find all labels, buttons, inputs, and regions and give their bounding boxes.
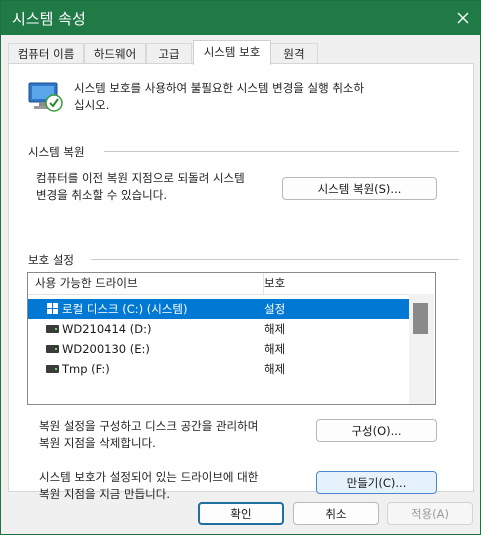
dialog-client: 컴퓨터 이름 하드웨어 고급 시스템 보호 원격 시스템 보호를 사용하여 불필… <box>1 35 480 534</box>
drive-name: 로컬 디스크 (C:) (시스템) <box>62 302 188 316</box>
system-restore-desc-2: 변경을 취소할 수 있습니다. <box>36 188 168 202</box>
drive-protection-status: 해제 <box>264 362 286 376</box>
scrollbar-thumb[interactable] <box>413 303 428 334</box>
system-restore-desc-1: 컴퓨터를 이전 복원 지점으로 되돌려 시스템 <box>36 171 245 185</box>
drive-protection-status: 해제 <box>264 342 286 356</box>
protection-settings-heading: 보호 설정 <box>28 253 74 267</box>
drive-name: WD200130 (E:) <box>62 342 150 356</box>
column-header-drive[interactable]: 사용 가능한 드라이브 <box>28 273 264 295</box>
title-bar[interactable]: 시스템 속성 <box>1 1 480 35</box>
drive-list-scrollbar[interactable] <box>409 294 434 404</box>
drive-icon <box>46 345 59 353</box>
drive-list[interactable]: 사용 가능한 드라이브 보호 로컬 디스크 (C:) (시스템) 설정 WD21… <box>27 272 436 405</box>
drive-protection-status: 해제 <box>264 322 286 336</box>
tab-hardware[interactable]: 하드웨어 <box>84 43 146 64</box>
create-button[interactable]: 만들기(C)... <box>316 471 437 494</box>
column-header-protection[interactable]: 보호 <box>264 273 409 295</box>
drive-row-f[interactable]: Tmp (F:) 해제 <box>28 359 409 379</box>
drive-name: WD210414 (D:) <box>62 322 152 336</box>
tab-computer-name[interactable]: 컴퓨터 이름 <box>8 43 84 64</box>
system-restore-heading: 시스템 복원 <box>28 145 85 159</box>
drive-row-c[interactable]: 로컬 디스크 (C:) (시스템) 설정 <box>28 299 409 319</box>
configure-button[interactable]: 구성(O)... <box>316 419 437 442</box>
tab-remote[interactable]: 원격 <box>270 43 318 64</box>
intro-line-1: 시스템 보호를 사용하여 불필요한 시스템 변경을 실행 취소하 <box>74 81 365 95</box>
configure-desc-2: 복원 지점을 삭제합니다. <box>39 436 156 450</box>
system-properties-window: 시스템 속성 컴퓨터 이름 하드웨어 고급 시스템 보호 원격 시스템 보호를 … <box>0 0 481 535</box>
window-title: 시스템 속성 <box>12 10 86 28</box>
tab-system-protection[interactable]: 시스템 보호 <box>193 40 271 65</box>
apply-button[interactable]: 적용(A) <box>387 502 473 525</box>
drive-row-d[interactable]: WD210414 (D:) 해제 <box>28 319 409 339</box>
intro-line-2: 십시오. <box>74 98 110 112</box>
system-restore-divider <box>104 151 459 152</box>
tab-advanced[interactable]: 고급 <box>146 43 192 64</box>
protection-settings-divider <box>91 259 459 260</box>
drive-name: Tmp (F:) <box>62 362 110 376</box>
close-icon[interactable] <box>453 8 473 28</box>
ok-button[interactable]: 확인 <box>198 502 284 525</box>
create-desc-1: 시스템 보호가 설정되어 있는 드라이브에 대한 <box>39 470 259 484</box>
system-protection-icon <box>28 82 63 112</box>
drive-protection-status: 설정 <box>264 302 286 316</box>
configure-desc-1: 복원 설정을 구성하고 디스크 공간을 관리하며 <box>39 419 259 433</box>
drive-icon <box>46 365 59 373</box>
create-desc-2: 복원 지점을 지금 만듭니다. <box>39 487 171 501</box>
drive-row-e[interactable]: WD200130 (E:) 해제 <box>28 339 409 359</box>
system-drive-icon <box>47 303 58 314</box>
drive-icon <box>46 325 59 333</box>
system-restore-button[interactable]: 시스템 복원(S)... <box>282 177 437 200</box>
cancel-button[interactable]: 취소 <box>293 502 379 525</box>
